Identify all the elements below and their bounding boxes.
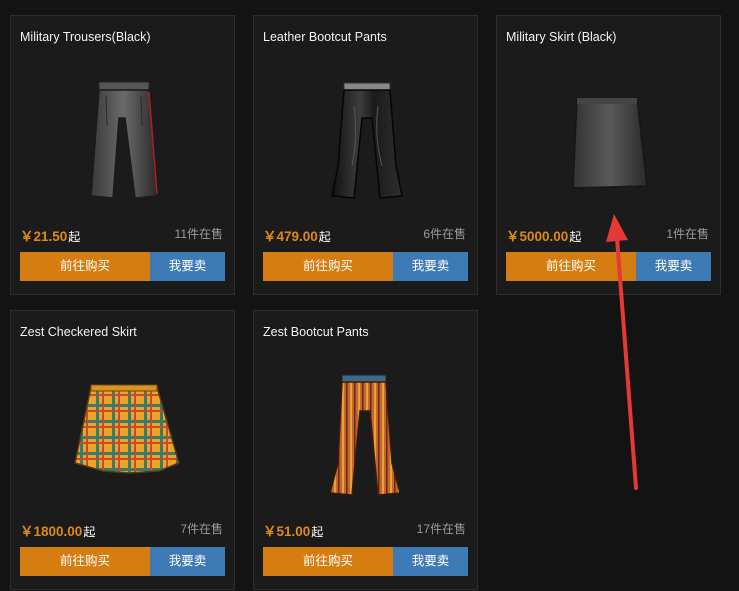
marketplace-grid: Military Trousers(Black) ￥21.50起 11件在售 前… (0, 0, 739, 591)
sell-button[interactable]: 我要卖 (393, 547, 468, 576)
sell-button[interactable]: 我要卖 (636, 252, 711, 281)
price-suffix: 起 (68, 230, 81, 244)
price-value: 479.00 (276, 229, 318, 244)
black-military-skirt-image (572, 97, 648, 189)
zest-bootcut-pants-image (329, 374, 401, 496)
price-suffix: 起 (569, 230, 582, 244)
buy-button[interactable]: 前往购买 (20, 547, 150, 576)
price-value: 21.50 (33, 229, 68, 244)
item-title: Zest Bootcut Pants (263, 325, 369, 339)
currency-symbol: ￥ (263, 229, 277, 244)
zest-checkered-skirt-image (74, 384, 180, 474)
item-card-military-skirt[interactable]: Military Skirt (Black) ￥5000.00起 1件在售 前往… (496, 15, 721, 295)
item-price: ￥51.00起 (263, 520, 323, 540)
item-card-zest-bootcut-pants[interactable]: Zest Bootcut Pants ￥51.00起 17件在售 前往购买 我要… (253, 310, 478, 590)
buy-button[interactable]: 前往购买 (20, 252, 150, 281)
currency-symbol: ￥ (20, 524, 34, 539)
item-price: ￥21.50起 (20, 225, 80, 245)
leather-bootcut-pants-image (331, 82, 403, 199)
black-military-trousers-image (90, 81, 158, 199)
buy-button[interactable]: 前往购买 (506, 252, 636, 281)
sell-button[interactable]: 我要卖 (150, 252, 225, 281)
price-suffix: 起 (318, 230, 331, 244)
item-price: ￥1800.00起 (20, 520, 95, 540)
currency-symbol: ￥ (506, 229, 520, 244)
price-value: 5000.00 (519, 229, 569, 244)
price-value: 51.00 (276, 524, 311, 539)
item-card-zest-checkered-skirt[interactable]: Zest Checkered Skirt ￥1800.00起 7件在售 前往购买… (10, 310, 235, 590)
item-title: Leather Bootcut Pants (263, 30, 387, 44)
item-title: Military Trousers(Black) (20, 30, 151, 44)
buy-button[interactable]: 前往购买 (263, 547, 393, 576)
sell-button[interactable]: 我要卖 (393, 252, 468, 281)
item-price: ￥5000.00起 (506, 225, 581, 245)
item-price: ￥479.00起 (263, 225, 331, 245)
item-title: Military Skirt (Black) (506, 30, 617, 44)
stock-count: 6件在售 (423, 227, 466, 241)
item-card-leather-bootcut-pants[interactable]: Leather Bootcut Pants ￥479.00起 6件在售 前往购买… (253, 15, 478, 295)
sell-button[interactable]: 我要卖 (150, 547, 225, 576)
currency-symbol: ￥ (20, 229, 34, 244)
price-suffix: 起 (311, 525, 324, 539)
stock-count: 1件在售 (666, 227, 709, 241)
item-title: Zest Checkered Skirt (20, 325, 137, 339)
item-card-military-trousers[interactable]: Military Trousers(Black) ￥21.50起 11件在售 前… (10, 15, 235, 295)
stock-count: 11件在售 (174, 227, 223, 241)
price-suffix: 起 (83, 525, 96, 539)
price-value: 1800.00 (33, 524, 83, 539)
buy-button[interactable]: 前往购买 (263, 252, 393, 281)
currency-symbol: ￥ (263, 524, 277, 539)
stock-count: 17件在售 (416, 522, 466, 536)
stock-count: 7件在售 (180, 522, 223, 536)
